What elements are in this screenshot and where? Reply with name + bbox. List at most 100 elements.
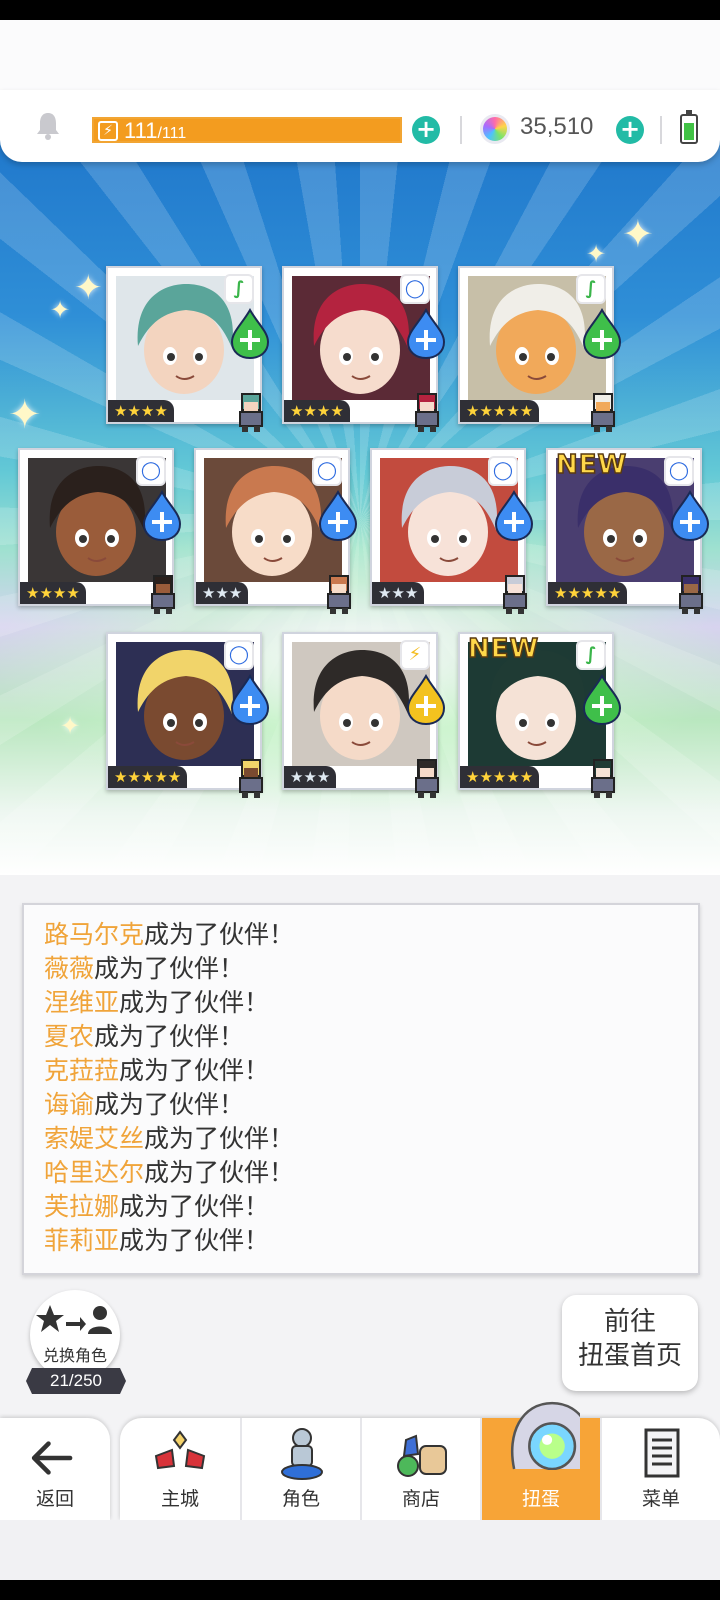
nav-label: 商店 bbox=[401, 1488, 440, 1510]
exchange-character-button[interactable]: 兑换角色 bbox=[30, 1290, 120, 1380]
rarity-stars: ★★★★★ bbox=[548, 582, 628, 604]
footer-strip bbox=[0, 1520, 720, 1580]
rarity-stars: ★★★★★ bbox=[108, 766, 188, 788]
log-suffix: 成为了伙伴！ bbox=[119, 1226, 270, 1255]
chibi-sprite-icon bbox=[239, 759, 263, 798]
resource-header: ⚡ 111/111 + 35,510 + bbox=[0, 90, 720, 162]
rarity-stars: ★★★ bbox=[372, 582, 425, 604]
element-wood-icon: ∫ bbox=[224, 274, 254, 304]
log-entry: 索媞艾丝成为了伙伴！ bbox=[44, 1119, 294, 1155]
battery-icon bbox=[680, 110, 698, 144]
castle-icon bbox=[154, 1430, 206, 1470]
character-name: 诲谕 bbox=[44, 1090, 95, 1119]
chibi-sprite-icon bbox=[591, 759, 615, 798]
stamina-bar: ⚡ 111/111 bbox=[92, 117, 402, 143]
sparkle-icon: ✦ bbox=[8, 392, 42, 438]
rarity-stars: ★★★★ bbox=[284, 400, 350, 422]
star-to-person-icon bbox=[36, 1305, 112, 1334]
new-badge: NEW bbox=[467, 633, 540, 665]
character-card[interactable]: ∫ ★★★★★ bbox=[458, 266, 622, 432]
nav-item-menu[interactable]: 菜单 bbox=[600, 1418, 720, 1520]
chibi-sprite-icon bbox=[415, 393, 439, 432]
nav-label: 扭蛋 bbox=[521, 1488, 560, 1510]
character-card[interactable]: ◯ ★★★★ bbox=[282, 266, 446, 432]
character-card[interactable]: ◯ ★★★★★ bbox=[106, 632, 270, 798]
log-entry: 夏农成为了伙伴！ bbox=[44, 1017, 244, 1053]
exchange-count: 21/250 bbox=[26, 1368, 126, 1394]
gacha-icon bbox=[510, 1401, 580, 1470]
character-card[interactable]: NEW ◯ ★★★★★ bbox=[546, 448, 710, 614]
character-name: 索媞艾丝 bbox=[44, 1124, 145, 1153]
sparkle-icon: ✦ bbox=[74, 268, 103, 308]
exchange-label: 兑换角色 bbox=[42, 1346, 107, 1365]
chibi-sprite-icon bbox=[151, 575, 175, 614]
nav-label: 角色 bbox=[281, 1488, 320, 1510]
character-icon bbox=[281, 1428, 323, 1480]
system-nav-bar bbox=[0, 1580, 720, 1600]
log-suffix: 成为了伙伴！ bbox=[144, 1158, 295, 1187]
element-gem-icon bbox=[582, 674, 622, 726]
gacha-results-screen: ✦ ✦ ✦ ✦ ✦ ✦ ✛ ∫★★★★◯★★★★∫★★★★★◯★★★★◯★★★◯… bbox=[0, 0, 720, 1600]
nav-item-gacha[interactable]: 扭蛋 bbox=[480, 1401, 600, 1520]
element-gem-icon bbox=[494, 490, 534, 542]
bell-icon[interactable] bbox=[34, 110, 62, 140]
system-status-bar bbox=[0, 0, 720, 20]
element-thunder-icon: ⚡ bbox=[400, 640, 430, 670]
bottom-nav: 返回 主城 角色 商店 扭蛋 菜单 bbox=[0, 1401, 720, 1520]
character-name: 菲莉亚 bbox=[44, 1226, 120, 1255]
element-water-icon: ◯ bbox=[400, 274, 430, 304]
go-gacha-home-button[interactable]: 前往 扭蛋首页 bbox=[562, 1295, 698, 1391]
chibi-sprite-icon bbox=[415, 759, 439, 798]
element-gem-icon bbox=[406, 674, 446, 726]
chibi-sprite-icon bbox=[679, 575, 703, 614]
character-card[interactable]: NEW ∫ ★★★★★ bbox=[458, 632, 622, 798]
log-entry: 涅维亚成为了伙伴！ bbox=[44, 983, 269, 1019]
nav-label: 菜单 bbox=[641, 1488, 680, 1510]
character-card[interactable]: ◯ ★★★ bbox=[194, 448, 358, 614]
character-name: 芙拉娜 bbox=[44, 1192, 120, 1221]
recruit-log[interactable]: 路马尔克成为了伙伴！ 薇薇成为了伙伴！ 涅维亚成为了伙伴！ 夏农成为了伙伴！ 克菈菈成为… bbox=[22, 903, 700, 1275]
log-suffix: 成为了伙伴！ bbox=[144, 1124, 295, 1153]
sparkle-icon: ✦ bbox=[60, 712, 81, 740]
element-gem-icon bbox=[142, 490, 182, 542]
new-badge: NEW bbox=[555, 449, 628, 481]
rarity-stars: ★★★★ bbox=[108, 400, 174, 422]
character-card[interactable]: ◯ ★★★ bbox=[370, 448, 534, 614]
log-suffix: 成为了伙伴！ bbox=[119, 988, 270, 1017]
divider bbox=[460, 116, 462, 144]
chibi-sprite-icon bbox=[239, 393, 263, 432]
character-card[interactable]: ◯ ★★★★ bbox=[18, 448, 182, 614]
nav-item-shop[interactable]: 商店 bbox=[360, 1418, 480, 1520]
nav-label: 主城 bbox=[160, 1488, 199, 1510]
log-entry: 菲莉亚成为了伙伴！ bbox=[44, 1221, 269, 1257]
element-gem-icon bbox=[406, 308, 446, 360]
add-stamina-button[interactable]: + bbox=[412, 116, 440, 144]
log-suffix: 成为了伙伴！ bbox=[94, 1022, 245, 1051]
character-card[interactable]: ⚡ ★★★ bbox=[282, 632, 446, 798]
character-name: 哈里达尔 bbox=[44, 1158, 145, 1187]
element-gem-icon bbox=[318, 490, 358, 542]
element-gem-icon bbox=[230, 308, 270, 360]
rarity-stars: ★★★★★ bbox=[460, 400, 540, 422]
rarity-stars: ★★★★ bbox=[20, 582, 86, 604]
log-suffix: 成为了伙伴！ bbox=[119, 1192, 270, 1221]
character-name: 涅维亚 bbox=[44, 988, 120, 1017]
element-water-icon: ◯ bbox=[488, 456, 518, 486]
chibi-sprite-icon bbox=[591, 393, 615, 432]
back-arrow-icon bbox=[31, 1441, 73, 1475]
add-gems-button[interactable]: + bbox=[616, 116, 644, 144]
sparkle-icon: ✦ bbox=[50, 296, 71, 324]
element-wood-icon: ∫ bbox=[576, 640, 606, 670]
back-button[interactable]: 返回 bbox=[0, 1418, 110, 1520]
sparkle-icon: ✦ bbox=[586, 240, 607, 268]
nav-item-castle[interactable]: 主城 bbox=[120, 1418, 240, 1520]
log-suffix: 成为了伙伴！ bbox=[94, 1090, 245, 1119]
log-entry: 哈里达尔成为了伙伴！ bbox=[44, 1153, 294, 1189]
character-name: 克菈菈 bbox=[44, 1056, 120, 1085]
sparkle-icon: ✦ bbox=[622, 212, 654, 256]
rarity-stars: ★★★★★ bbox=[460, 766, 540, 788]
nav-item-character[interactable]: 角色 bbox=[240, 1418, 360, 1520]
character-card[interactable]: ∫ ★★★★ bbox=[106, 266, 270, 432]
rarity-stars: ★★★ bbox=[284, 766, 337, 788]
element-water-icon: ◯ bbox=[136, 456, 166, 486]
